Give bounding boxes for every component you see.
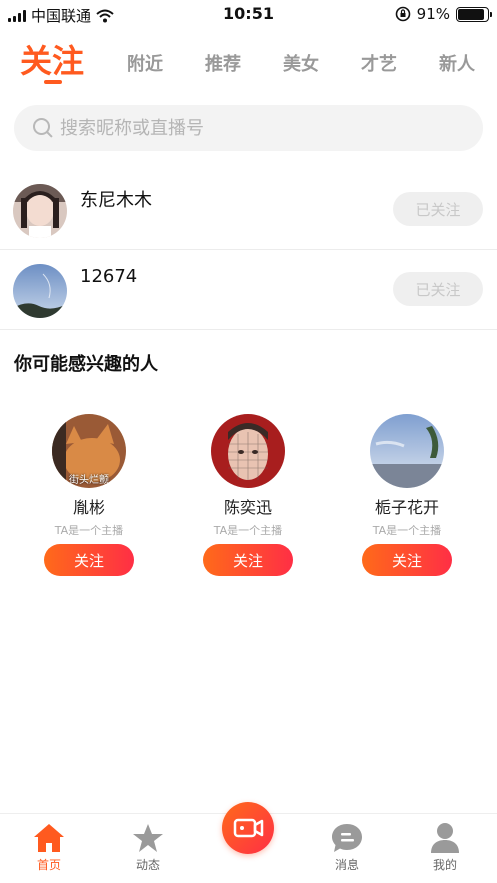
profile-icon bbox=[428, 822, 462, 854]
search-input[interactable] bbox=[60, 117, 440, 139]
tab-recommend[interactable]: 推荐 bbox=[205, 50, 241, 76]
follow-button[interactable]: 关注 bbox=[362, 544, 452, 576]
search-bar[interactable] bbox=[14, 105, 483, 151]
suggestion-card: 街头烂颤 胤彬 TA是一个主播 关注 bbox=[29, 414, 149, 576]
category-tabs: 关注 附近 推荐 美女 才艺 新人 bbox=[0, 30, 497, 92]
star-icon bbox=[131, 822, 165, 854]
battery-fill bbox=[458, 8, 485, 20]
follow-button[interactable]: 关注 bbox=[44, 544, 134, 576]
suggestion-name: 栀子花开 bbox=[374, 498, 439, 517]
suggestion-desc: TA是一个主播 bbox=[54, 524, 124, 537]
avatar[interactable] bbox=[211, 414, 285, 488]
tab-beauty[interactable]: 美女 bbox=[283, 50, 319, 76]
status-bar: 中国联通 10:51 91% bbox=[0, 0, 497, 28]
suggestion-card: 栀子花开 TA是一个主播 关注 bbox=[347, 414, 467, 576]
home-icon bbox=[32, 822, 66, 854]
suggestion-name: 胤彬 bbox=[72, 498, 105, 517]
avatar[interactable] bbox=[370, 414, 444, 488]
section-title: 你可能感兴趣的人 bbox=[14, 354, 158, 375]
message-icon bbox=[330, 822, 364, 854]
battery-icon bbox=[456, 6, 492, 22]
tabbar-item-me[interactable]: 我的 bbox=[415, 822, 475, 873]
user-name: 12674 bbox=[80, 266, 138, 287]
tabbar-item-messages[interactable]: 消息 bbox=[317, 822, 377, 873]
tabbar-label: 首页 bbox=[36, 858, 61, 872]
search-icon bbox=[32, 117, 54, 139]
tabbar-label: 动态 bbox=[135, 858, 160, 872]
avatar[interactable] bbox=[13, 264, 67, 318]
avatar-caption: 街头烂颤 bbox=[69, 475, 109, 486]
followed-button[interactable]: 已关注 bbox=[393, 192, 483, 226]
tab-newcomer[interactable]: 新人 bbox=[439, 50, 475, 76]
tabbar-label: 我的 bbox=[432, 858, 457, 872]
suggestion-card: 陈奕迅 TA是一个主播 关注 bbox=[188, 414, 308, 576]
tabbar-item-home[interactable]: 首页 bbox=[19, 822, 79, 873]
suggestion-desc: TA是一个主播 bbox=[372, 524, 442, 537]
followed-button[interactable]: 已关注 bbox=[393, 272, 483, 306]
tab-active-indicator bbox=[44, 80, 62, 84]
list-item[interactable]: 东尼木木 已关注 bbox=[0, 170, 497, 250]
orientation-lock-icon bbox=[395, 6, 410, 22]
bottom-tabbar: 首页 动态 消息 我的 bbox=[0, 802, 497, 883]
avatar[interactable] bbox=[13, 184, 67, 238]
video-camera-icon bbox=[233, 818, 264, 838]
avatar[interactable]: 街头烂颤 bbox=[52, 414, 126, 488]
tab-nearby[interactable]: 附近 bbox=[127, 50, 163, 76]
tab-talent[interactable]: 才艺 bbox=[361, 50, 397, 76]
battery-label: 91% bbox=[416, 5, 450, 23]
status-right: 91% bbox=[395, 5, 492, 23]
suggestion-desc: TA是一个主播 bbox=[213, 524, 283, 537]
tabbar-item-moments[interactable]: 动态 bbox=[118, 822, 178, 873]
user-name: 东尼木木 bbox=[80, 190, 152, 211]
list-item[interactable]: 12674 已关注 bbox=[0, 250, 497, 330]
live-broadcast-button[interactable] bbox=[222, 802, 274, 854]
tabbar-label: 消息 bbox=[334, 858, 359, 872]
tab-follow[interactable]: 关注 bbox=[20, 36, 84, 82]
suggestion-name: 陈奕迅 bbox=[223, 498, 272, 517]
follow-button[interactable]: 关注 bbox=[203, 544, 293, 576]
